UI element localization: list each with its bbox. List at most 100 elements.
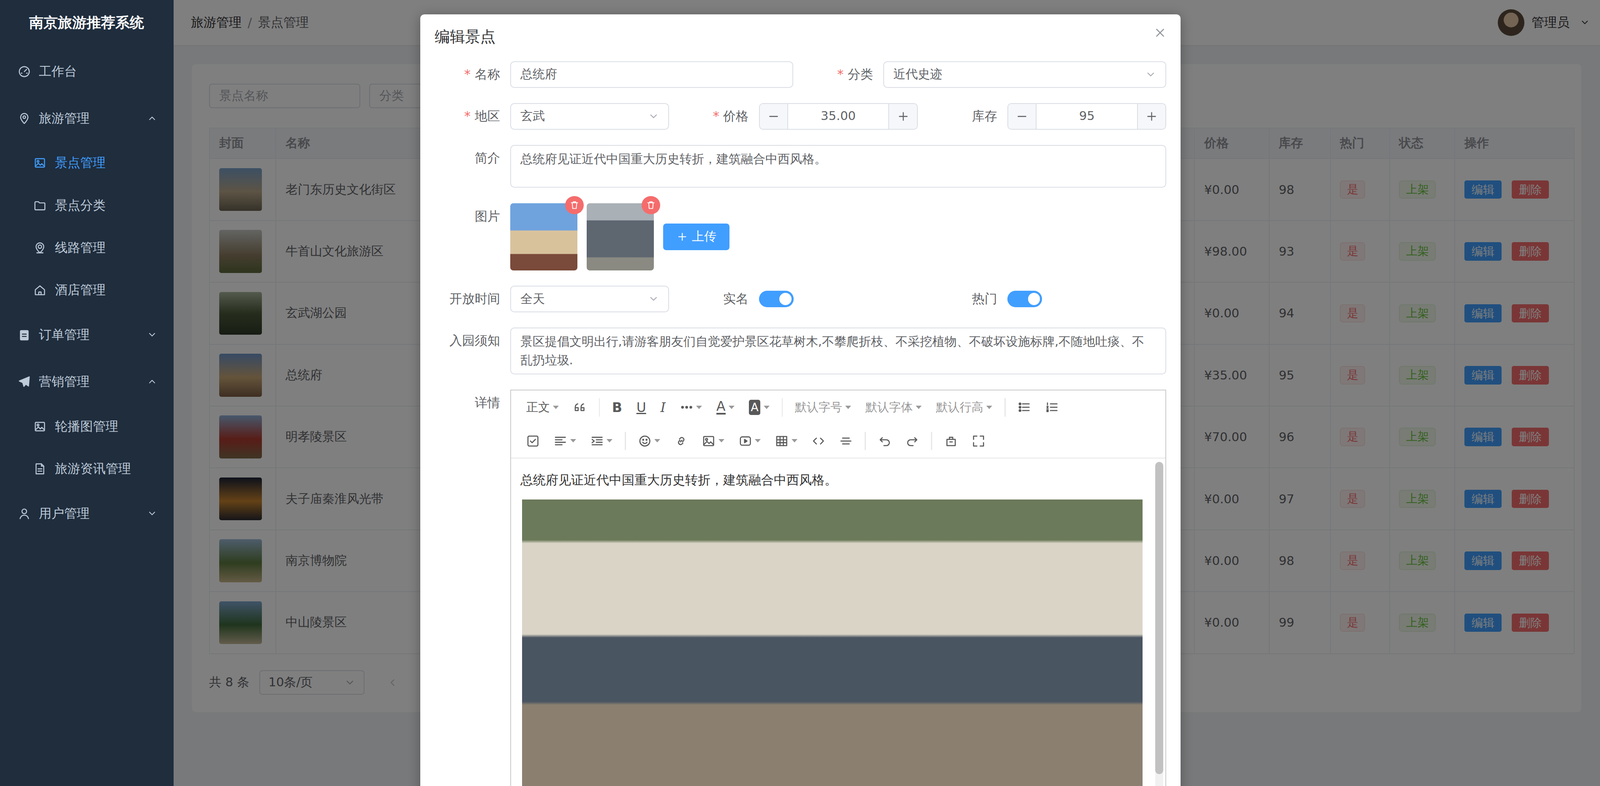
plus-icon [1145,110,1158,123]
font-color-button[interactable]: A [709,394,742,420]
delete-image-button[interactable] [641,195,660,215]
sidebar-item[interactable]: 工作台 [0,48,174,96]
fullscreen-button[interactable] [964,428,993,454]
clear-button[interactable] [937,428,965,454]
quote-button[interactable] [565,394,594,420]
video-button[interactable] [731,428,768,454]
image-button[interactable] [694,428,732,454]
chev-up-icon [146,113,158,124]
sidebar-item[interactable]: 订单管理 [0,311,174,359]
caret-icon [718,438,725,443]
block-format-button[interactable]: 正文 [519,394,566,420]
sidebar-subitem[interactable]: 酒店管理 [0,269,174,312]
undo-button[interactable] [870,428,899,454]
italic-button[interactable]: I [653,394,673,420]
number-value[interactable]: 35.00 [788,103,889,129]
chev-down-icon [647,110,660,123]
form-row: 详情 正文 B U I A A 默认字号 默认字体 默认行高 总统府见证近代中国… [420,389,1167,786]
notice-textarea[interactable]: 景区提倡文明出行,请游客朋友们自觉爱护景区花草树木,不攀爬折枝、不采挖植物、不破… [510,327,1167,374]
intro-textarea[interactable]: 总统府见证近代中国重大历史转折，建筑融合中西风格。 [510,144,1167,188]
align-button[interactable] [546,428,583,454]
region-select[interactable]: 玄武 [510,103,670,130]
todo-button[interactable] [519,428,547,454]
divider-button[interactable] [832,428,860,454]
caret-icon [791,438,798,443]
scrollbar-thumb[interactable] [1155,461,1164,775]
hot-switch[interactable] [1007,290,1043,308]
form-row: 开放时间 全天 实名 热门 [420,285,1167,313]
decrease-button[interactable] [1008,103,1037,129]
route-icon [33,241,47,254]
form-row: 简介 总统府见证近代中国重大历史转折，建筑融合中西风格。 [420,144,1167,188]
more-button[interactable] [672,394,710,420]
picture-icon [33,420,47,433]
sidebar-item[interactable]: 营销管理 [0,358,174,406]
trash-icon [645,199,656,210]
image-icon [702,434,716,448]
category-select[interactable]: 近代史迹 [883,61,1167,88]
sidebar-item-label: 订单管理 [38,326,90,344]
editor-content[interactable]: 总统府见证近代中国重大历史转折，建筑融合中西风格。 [511,458,1166,786]
name-input[interactable]: 总统府 [510,61,794,88]
line-height-button[interactable]: 默认行高 [928,394,1000,420]
sidebar-item-label: 工作台 [38,62,77,81]
increase-button[interactable] [1137,103,1166,129]
sidebar-subitem[interactable]: 景点分类 [0,184,174,227]
field-label: *地区 [420,103,511,130]
plus-icon [897,110,910,123]
close-button[interactable] [1153,26,1167,39]
number-list-button[interactable] [1038,394,1066,420]
delete-image-button[interactable] [565,195,584,215]
number-value[interactable]: 95 [1036,103,1138,129]
minus-icon [1015,110,1029,123]
editor-photo [522,499,1143,786]
form-item: *地区 玄武 [420,103,670,130]
font-color-glyph: A [716,399,726,415]
stock-input[interactable]: 95 [1007,103,1167,130]
sidebar-subitem-label: 轮播图管理 [54,417,119,436]
form-item: 库存 95 [917,103,1167,130]
real-name-switch[interactable] [759,290,794,308]
image-thumb[interactable] [586,203,654,271]
field-label: 库存 [917,103,1008,130]
rich-editor: 正文 B U I A A 默认字号 默认字体 默认行高 总统府见证近代中国重大历… [510,389,1167,786]
sidebar-subitem[interactable]: 景点管理 [0,141,174,185]
code-button[interactable] [804,428,833,454]
increase-button[interactable] [888,103,917,129]
table-button[interactable] [767,428,805,454]
scrollbar[interactable] [1155,461,1164,786]
sidebar-subitem[interactable]: 轮播图管理 [0,405,174,448]
field-label: 图片 [420,203,511,230]
field-label: 简介 [420,144,511,172]
sidebar-item[interactable]: 用户管理 [0,489,174,537]
font-family-button[interactable]: 默认字体 [858,394,929,420]
clear-icon [944,434,958,448]
emoji-button[interactable] [631,428,668,454]
upload-button[interactable]: 上传 [663,223,730,251]
open-time-select[interactable]: 全天 [510,285,670,313]
bold-button[interactable]: B [604,394,630,420]
submenu-icon-box [33,156,47,169]
font-size-button[interactable]: 默认字号 [787,394,859,420]
link-button[interactable] [667,428,695,454]
menu-icon-box [18,375,31,388]
decrease-button[interactable] [759,103,789,129]
caret-icon [763,405,770,409]
plus-icon [676,231,689,243]
chev-up-icon [146,376,158,387]
sidebar-item[interactable]: 旅游管理 [0,95,174,142]
underline-button[interactable]: U [629,394,654,420]
sidebar-subitem[interactable]: 线路管理 [0,226,174,269]
sidebar-item-label: 营销管理 [38,372,90,391]
image-thumb[interactable] [510,203,578,271]
indent-button[interactable] [583,428,620,454]
bg-color-button[interactable]: A [741,394,777,420]
sidebar-subitem[interactable]: 旅游资讯管理 [0,447,174,490]
switch-knob [1028,292,1041,305]
price-input[interactable]: 35.00 [759,103,918,130]
bullet-list-button[interactable] [1010,394,1039,420]
app-title: 南京旅游推荐系统 [0,0,174,47]
sidebar-menu: 工作台 旅游管理 景点管理 景点分类 线路管理 酒店管理 订单管理 营销管理 轮… [0,46,174,537]
redo-button[interactable] [898,428,926,454]
form-item: *价格 35.00 [669,103,918,130]
